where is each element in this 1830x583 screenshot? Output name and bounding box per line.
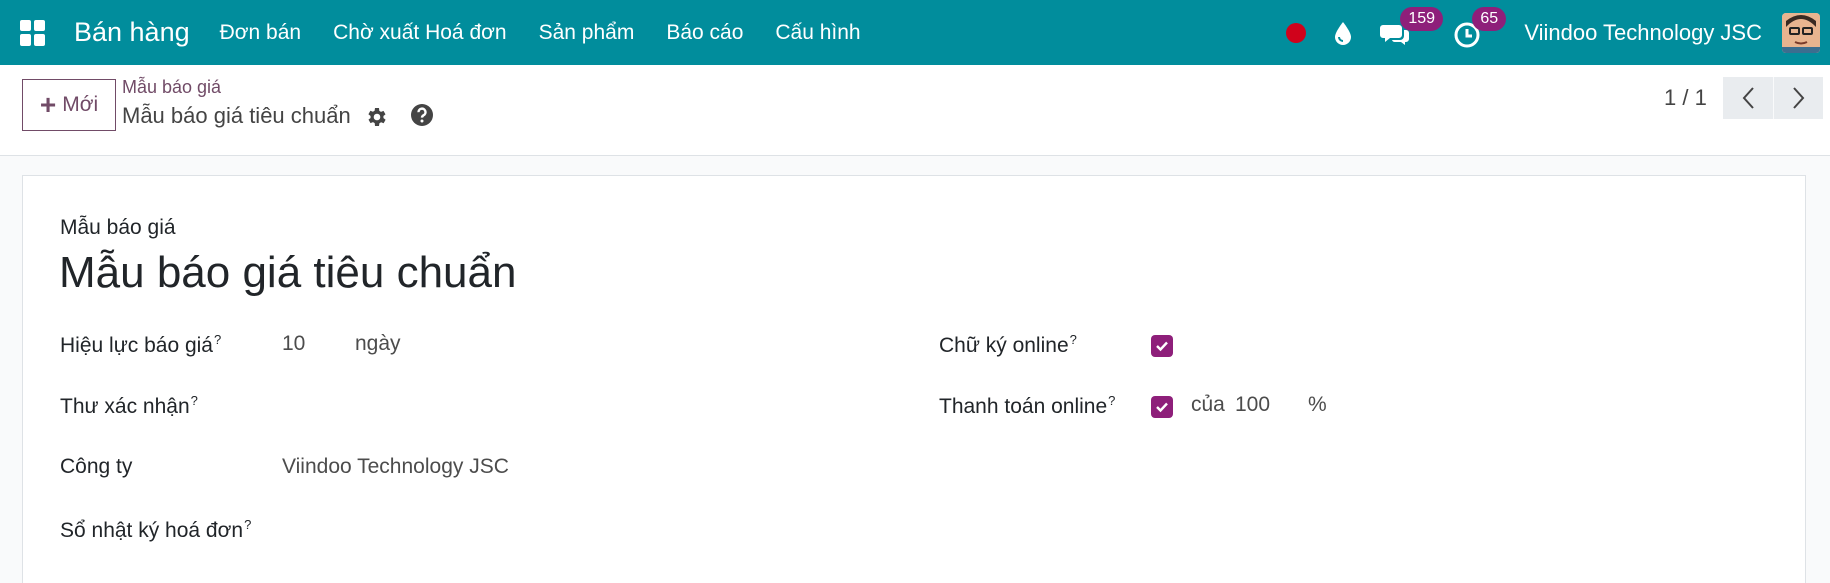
apps-menu-icon[interactable] <box>20 19 46 46</box>
breadcrumb-parent[interactable]: Mẫu báo giá <box>122 77 221 98</box>
online-payment-checkbox[interactable] <box>1151 396 1173 418</box>
pager-previous-button[interactable] <box>1723 77 1773 119</box>
messages-badge: 159 <box>1400 6 1444 31</box>
systray: 159 65 Viindoo Technology JSC <box>1286 0 1830 65</box>
activities-badge: 65 <box>1472 6 1507 31</box>
water-drop-icon[interactable] <box>1332 20 1354 46</box>
help-tooltip-icon[interactable]: ? <box>214 332 221 347</box>
main-menu: Đơn bán Chờ xuất Hoá đơn Sản phẩm Báo cá… <box>204 21 877 45</box>
messages-button[interactable]: 159 <box>1380 6 1444 49</box>
help-tooltip-icon[interactable]: ? <box>1108 393 1115 408</box>
user-avatar[interactable] <box>1782 12 1820 53</box>
online-signature-checkbox[interactable] <box>1151 335 1173 357</box>
help-icon[interactable] <box>410 103 434 127</box>
confirmation-mail-label: Thư xác nhận? <box>60 393 198 418</box>
pager-next-button[interactable] <box>1773 77 1823 119</box>
help-tooltip-icon[interactable]: ? <box>1070 332 1077 347</box>
help-tooltip-icon[interactable]: ? <box>244 517 251 532</box>
menu-item-to-invoice[interactable]: Chờ xuất Hoá đơn <box>317 21 522 45</box>
prepayment-percent-input[interactable]: 100 <box>1235 393 1270 417</box>
activities-button[interactable]: 65 <box>1452 6 1507 49</box>
breadcrumb-current: Mẫu báo giá tiêu chuẩn <box>122 103 351 128</box>
record-status-icon[interactable] <box>1286 22 1307 43</box>
checkmark-icon <box>1156 341 1168 352</box>
invoice-journal-label: Sổ nhật ký hoá đơn? <box>60 517 252 542</box>
new-button-label: Mới <box>62 93 99 116</box>
company-switcher[interactable]: Viindoo Technology JSC <box>1524 20 1762 46</box>
help-tooltip-icon[interactable]: ? <box>191 393 198 408</box>
form-model-label: Mẫu báo giá <box>60 216 176 239</box>
control-panel: + Mới Mẫu báo giá Mẫu báo giá tiêu chuẩn… <box>0 65 1830 156</box>
app-name[interactable]: Bán hàng <box>74 17 190 48</box>
menu-item-configuration[interactable]: Cấu hình <box>759 21 876 45</box>
payment-prefix: của <box>1191 393 1225 416</box>
company-field[interactable]: Viindoo Technology JSC <box>282 455 509 479</box>
validity-label: Hiệu lực báo giá? <box>60 332 222 357</box>
payment-unit: % <box>1308 393 1327 416</box>
company-label: Công ty <box>60 455 133 478</box>
top-navbar: Bán hàng Đơn bán Chờ xuất Hoá đơn Sản ph… <box>0 0 1830 65</box>
template-name-field[interactable]: Mẫu báo giá tiêu chuẩn <box>59 248 516 298</box>
chevron-right-icon <box>1792 87 1804 109</box>
menu-item-reporting[interactable]: Báo cáo <box>650 21 759 45</box>
plus-icon: + <box>39 89 57 120</box>
online-signature-label: Chữ ký online? <box>939 332 1077 357</box>
menu-item-orders[interactable]: Đơn bán <box>204 21 318 45</box>
chevron-left-icon <box>1742 87 1754 109</box>
gear-icon[interactable] <box>364 105 388 129</box>
form-sheet: Mẫu báo giá Mẫu báo giá tiêu chuẩn Hiệu … <box>22 175 1806 583</box>
validity-unit: ngày <box>355 332 401 355</box>
online-payment-label: Thanh toán online? <box>939 393 1116 418</box>
validity-days-input[interactable]: 10 <box>282 332 305 356</box>
checkmark-icon <box>1156 402 1168 413</box>
pager-value[interactable]: 1 / 1 <box>1664 85 1707 111</box>
new-button[interactable]: + Mới <box>22 79 116 131</box>
menu-item-products[interactable]: Sản phẩm <box>523 21 651 45</box>
